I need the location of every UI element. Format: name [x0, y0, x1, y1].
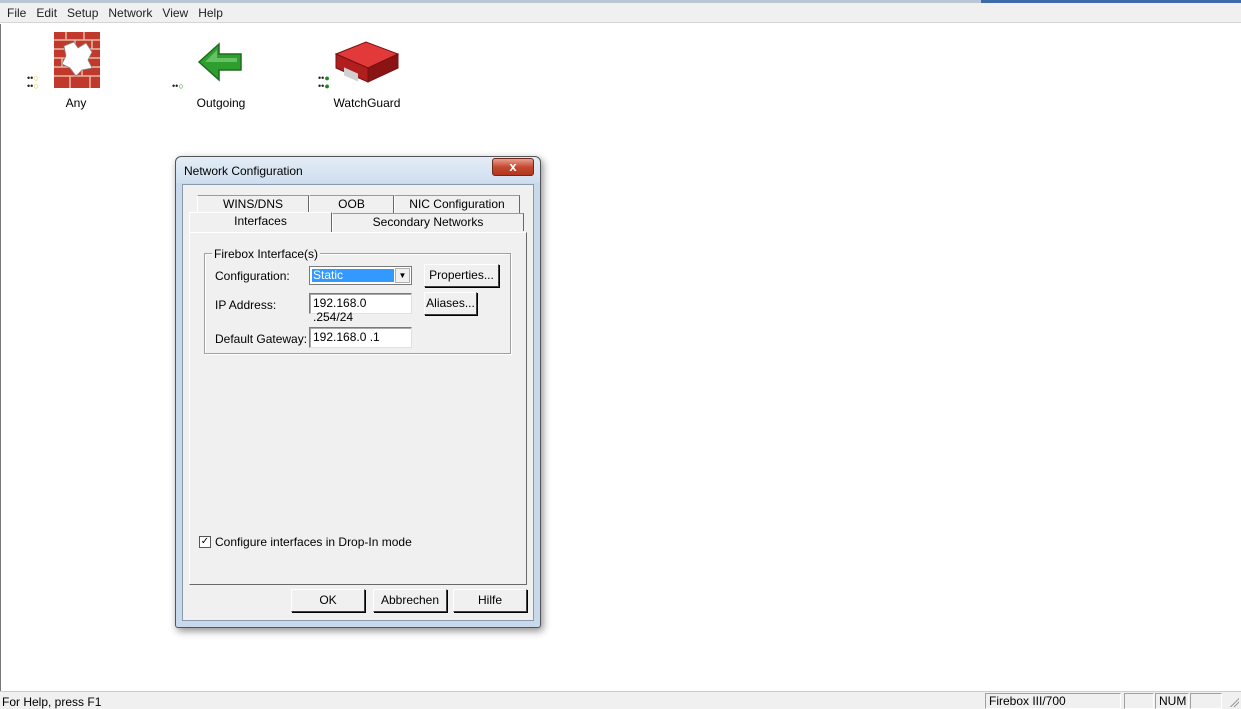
dropin-mode-checkbox[interactable]: ✓ [199, 536, 211, 548]
status-bar: For Help, press F1 Firebox III/700 NUM [0, 691, 1241, 709]
status-model: Firebox III/700 [985, 693, 1121, 709]
close-icon: x [509, 159, 517, 174]
interfaces-panel: Firebox Interface(s) Configuration: Stat… [189, 232, 527, 585]
ip-address-label: IP Address: [215, 298, 277, 312]
menu-edit[interactable]: Edit [31, 4, 62, 22]
tab-oob[interactable]: OOB [309, 195, 394, 213]
cancel-button[interactable]: Abbrechen [373, 589, 447, 612]
menu-network[interactable]: Network [103, 4, 157, 22]
firebox-interfaces-group: Firebox Interface(s) Configuration: Stat… [204, 247, 511, 354]
ip-address-field[interactable]: 192.168.0 .254/24 [309, 293, 412, 324]
chevron-down-icon[interactable]: ▼ [395, 268, 410, 283]
tab-secondary-networks[interactable]: Secondary Networks [332, 213, 524, 231]
connection-dots-icon: ••● ••● [318, 73, 330, 91]
status-num: NUM [1155, 693, 1189, 709]
status-help-text: For Help, press F1 [2, 695, 102, 709]
properties-button[interactable]: Properties... [424, 264, 499, 287]
menu-help[interactable]: Help [193, 4, 228, 22]
dropin-mode-label: Configure interfaces in Drop-In mode [215, 535, 412, 549]
configuration-value: Static [312, 269, 394, 282]
dialog-title: Network Configuration [184, 164, 303, 178]
menu-file[interactable]: File [2, 4, 31, 22]
service-outgoing[interactable]: ••○ Outgoing [172, 30, 266, 114]
service-label: Outgoing [196, 96, 246, 110]
connection-dots-icon: ••○ ••○ [27, 73, 39, 91]
default-gateway-label: Default Gateway: [215, 332, 308, 346]
red-router-icon [334, 41, 400, 83]
status-empty-pane [1190, 693, 1222, 709]
network-configuration-dialog: Network Configuration x WINS/DNS OOB NIC… [175, 156, 541, 628]
services-workspace: ••○ ••○ Any ••○ Outgoing ••● ••● WatchGu… [0, 24, 1241, 691]
help-button[interactable]: Hilfe [453, 589, 527, 612]
configuration-select[interactable]: Static ▼ [309, 266, 412, 285]
service-label: WatchGuard [333, 96, 401, 110]
menu-setup[interactable]: Setup [62, 4, 103, 22]
ok-button[interactable]: OK [291, 589, 365, 612]
menubar: File Edit Setup Network View Help [0, 3, 1241, 23]
service-any[interactable]: ••○ ••○ Any [27, 30, 121, 114]
firewall-brick-icon [54, 32, 100, 88]
tab-nic-configuration[interactable]: NIC Configuration [394, 195, 520, 213]
aliases-button[interactable]: Aliases... [424, 292, 477, 315]
service-label: Any [65, 96, 87, 110]
tab-interfaces[interactable]: Interfaces [189, 212, 332, 232]
default-gateway-field[interactable]: 192.168.0 .1 [309, 327, 412, 348]
tab-wins-dns[interactable]: WINS/DNS [197, 195, 309, 213]
close-button[interactable]: x [492, 158, 534, 176]
menu-view[interactable]: View [157, 4, 193, 22]
resize-grip-icon[interactable] [1229, 697, 1239, 707]
group-title: Firebox Interface(s) [212, 247, 321, 261]
green-arrow-left-icon [197, 42, 242, 82]
status-empty-pane [1124, 693, 1154, 709]
configuration-label: Configuration: [215, 269, 290, 283]
service-watchguard[interactable]: ••● ••● WatchGuard [318, 30, 412, 114]
dialog-body: WINS/DNS OOB NIC Configuration Interface… [182, 184, 534, 621]
connection-dots-icon: ••○ [172, 81, 184, 91]
